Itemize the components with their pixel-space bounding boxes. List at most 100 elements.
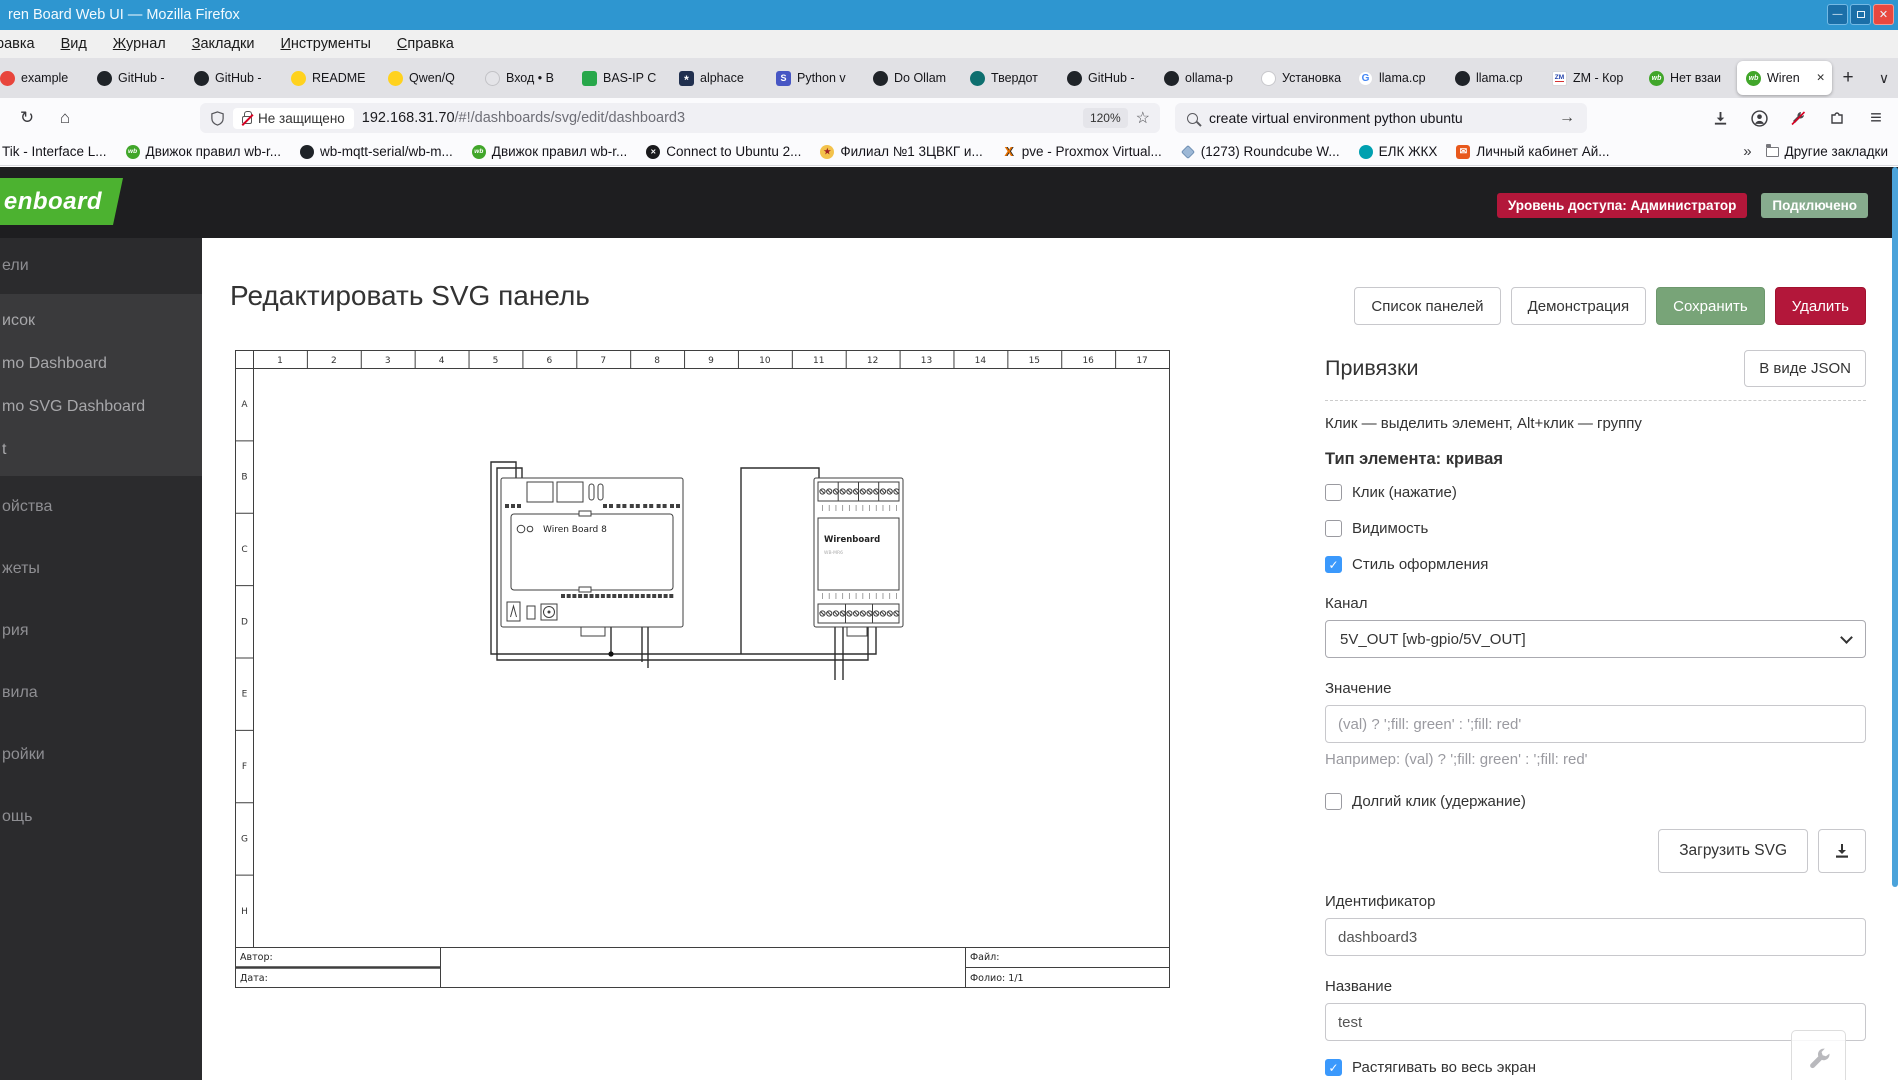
bookmark-item-5[interactable]: Филиал №1 3ЦВКГ и...: [820, 144, 983, 159]
browser-tab-13[interactable]: Установка к: [1252, 61, 1347, 95]
bookmark-item-3[interactable]: Движок правил wb-r...: [471, 144, 627, 159]
tab-label: ollama-p: [1185, 71, 1233, 85]
checkbox-checked-icon[interactable]: [1325, 1059, 1342, 1076]
sidebar-item-1[interactable]: исок: [0, 299, 202, 342]
menu-item-2[interactable]: Журнал: [113, 36, 166, 52]
url-text[interactable]: 192.168.31.70/#!/dashboards/svg/edit/das…: [362, 110, 1075, 126]
browser-tab-5[interactable]: Вход • B: [476, 61, 571, 95]
name-input[interactable]: [1325, 1003, 1866, 1041]
close-button[interactable]: ✕: [1873, 4, 1894, 25]
browser-tab-1[interactable]: GitHub -: [88, 61, 183, 95]
browser-tab-6[interactable]: BAS-IP C: [573, 61, 668, 95]
binding-checkbox-0[interactable]: Клик (нажатие): [1325, 484, 1866, 501]
sidebar-item-3[interactable]: mo SVG Dashboard: [0, 385, 202, 428]
sidebar-item-8[interactable]: вила: [0, 662, 202, 724]
browser-tab-11[interactable]: GitHub -: [1058, 61, 1153, 95]
menu-item-1[interactable]: Вид: [61, 36, 87, 52]
browser-tab-10[interactable]: Твердот: [961, 61, 1056, 95]
sidebar-item-4[interactable]: t: [0, 428, 202, 471]
checkbox-icon[interactable]: [1325, 520, 1342, 537]
download-svg-button[interactable]: [1818, 829, 1866, 873]
shield-icon[interactable]: [210, 110, 225, 126]
browser-tab-14[interactable]: llama.cp: [1349, 61, 1444, 95]
zoom-level-badge[interactable]: 120%: [1082, 108, 1128, 128]
emblem-gold-icon: [820, 144, 835, 159]
menu-item-5[interactable]: Справка: [397, 36, 454, 52]
checkbox-icon[interactable]: [1325, 793, 1342, 810]
search-input[interactable]: [1207, 109, 1550, 127]
sidebar-item-2[interactable]: mo Dashboard: [0, 342, 202, 385]
bookmark-item-8[interactable]: ЕЛК ЖКХ: [1358, 144, 1437, 159]
upload-svg-button[interactable]: Загрузить SVG: [1658, 829, 1808, 873]
browser-tab-16[interactable]: ZM - Кор: [1543, 61, 1638, 95]
other-bookmarks-button[interactable]: Другие закладки: [1765, 144, 1888, 159]
checkbox-checked-icon[interactable]: [1325, 556, 1342, 573]
browser-tab-8[interactable]: Python v: [767, 61, 862, 95]
bookmark-item-9[interactable]: Личный кабинет Ай...: [1456, 144, 1610, 159]
identifier-input[interactable]: [1325, 918, 1866, 956]
sidebar-item-7[interactable]: рия: [0, 600, 202, 662]
svg-text:12: 12: [867, 356, 878, 366]
browser-tab-9[interactable]: Do Ollam: [864, 61, 959, 95]
browser-tab-4[interactable]: Qwen/Q: [379, 61, 474, 95]
minimize-button[interactable]: —: [1827, 4, 1848, 25]
downloads-icon[interactable]: [1706, 104, 1734, 132]
page-scrollbar[interactable]: [1892, 167, 1898, 887]
browser-tab-2[interactable]: GitHub -: [185, 61, 280, 95]
channel-select[interactable]: 5V_OUT [wb-gpio/5V_OUT]: [1325, 620, 1866, 658]
device-relay-module[interactable]: Wirenboard WB-MR6: [813, 477, 904, 637]
save-button[interactable]: Сохранить: [1656, 287, 1765, 325]
menu-item-0[interactable]: равка: [0, 36, 35, 52]
menu-icon[interactable]: ≡: [1862, 104, 1890, 132]
browser-tab-3[interactable]: README: [282, 61, 377, 95]
bookmark-item-7[interactable]: (1273) Roundcube W...: [1180, 144, 1340, 159]
home-icon[interactable]: ⌂: [52, 106, 78, 130]
new-tab-button[interactable]: +: [1833, 63, 1863, 93]
value-input[interactable]: [1325, 705, 1866, 743]
sidebar-item-9[interactable]: ройки: [0, 724, 202, 786]
bookmark-item-4[interactable]: Connect to Ubuntu 2...: [646, 144, 801, 159]
delete-button[interactable]: Удалить: [1774, 287, 1866, 325]
checkbox-icon[interactable]: [1325, 484, 1342, 501]
sidebar-item-6[interactable]: жеты: [0, 538, 202, 600]
device-wirenboard8[interactable]: Wiren Board 8: [500, 477, 684, 637]
browser-tab-12[interactable]: ollama-p: [1155, 61, 1250, 95]
maximize-button[interactable]: [1850, 4, 1871, 25]
account-icon[interactable]: [1745, 104, 1773, 132]
bookmark-item-0[interactable]: Tik - Interface L...: [2, 144, 107, 159]
bookmark-item-6[interactable]: pve - Proxmox Virtual...: [1002, 144, 1162, 159]
bookmark-item-2[interactable]: wb-mqtt-serial/wb-m...: [300, 144, 453, 159]
browser-tab-17[interactable]: Нет взаи: [1640, 61, 1735, 95]
svg-edit-tool-button[interactable]: [1791, 1030, 1846, 1080]
tab-close-icon[interactable]: ✕: [1814, 72, 1827, 84]
wirenboard-logo[interactable]: enboard: [0, 178, 123, 225]
sidebar-item-5[interactable]: ойства: [0, 476, 202, 538]
bookmark-item-1[interactable]: Движок правил wb-r...: [125, 144, 281, 159]
panels-list-button[interactable]: Список панелей: [1354, 287, 1501, 325]
binding-checkbox-1[interactable]: Видимость: [1325, 520, 1866, 537]
search-bar[interactable]: →: [1175, 103, 1587, 133]
browser-tab-7[interactable]: alphace: [670, 61, 765, 95]
search-go-icon[interactable]: →: [1559, 109, 1575, 127]
reload-icon[interactable]: ↻: [14, 106, 40, 130]
fullscreen-checkbox[interactable]: Растягивать во весь экран: [1325, 1059, 1866, 1076]
browser-tab-0[interactable]: example: [0, 61, 86, 95]
sidebar-item-10[interactable]: ощь: [0, 786, 202, 848]
demo-button[interactable]: Демонстрация: [1510, 287, 1647, 325]
binding-checkbox-2[interactable]: Стиль оформления: [1325, 556, 1866, 573]
view-as-json-button[interactable]: В виде JSON: [1744, 350, 1866, 387]
longclick-checkbox[interactable]: Долгий клик (удержание): [1325, 793, 1866, 810]
url-bar[interactable]: Не защищено 192.168.31.70/#!/dashboards/…: [200, 103, 1160, 133]
menu-item-4[interactable]: Инструменты: [280, 36, 370, 52]
browser-tab-18[interactable]: Wiren ✕: [1737, 61, 1832, 95]
bookmarks-overflow-icon[interactable]: »: [1743, 143, 1751, 160]
list-tabs-button[interactable]: ∨: [1869, 63, 1898, 93]
menu-item-3[interactable]: Закладки: [192, 36, 255, 52]
security-chip[interactable]: Не защищено: [233, 107, 354, 129]
sidebar-item-0[interactable]: ели: [0, 238, 202, 294]
bookmark-star-icon[interactable]: ☆: [1136, 108, 1150, 128]
tools-disabled-icon[interactable]: [1784, 104, 1812, 132]
svg-drawing-canvas[interactable]: 1 2 3 4 5 6 7 8 9 10 11 12 13 14 15 16 17 ABCDEFGH Автор…: [235, 350, 1170, 988]
browser-tab-15[interactable]: llama.cp: [1446, 61, 1541, 95]
extension-icon[interactable]: [1823, 104, 1851, 132]
